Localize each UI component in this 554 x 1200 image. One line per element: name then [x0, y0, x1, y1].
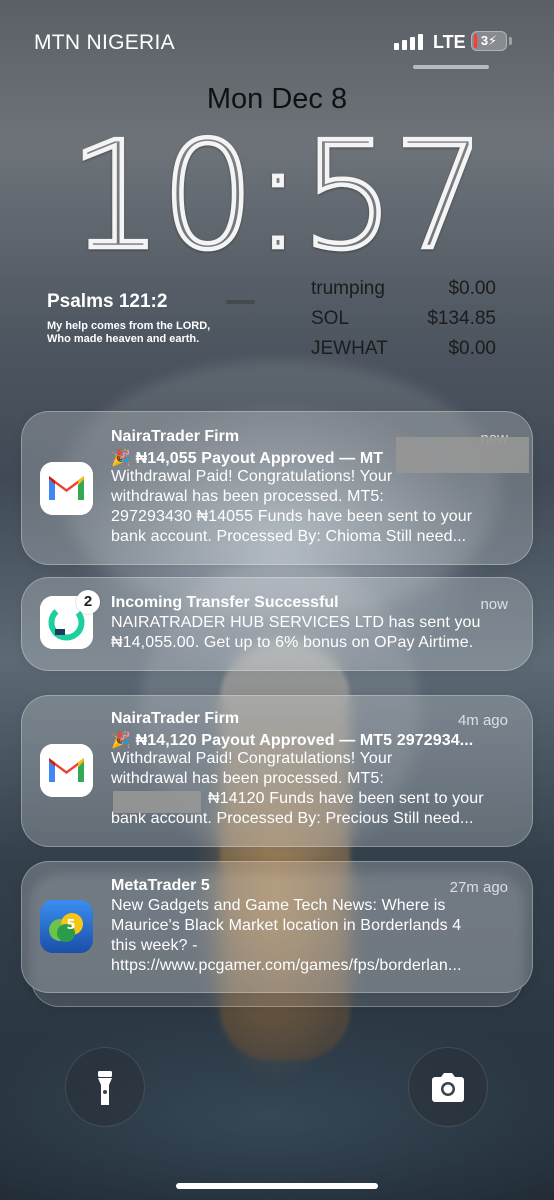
- stock-symbol: JEWHAT: [311, 338, 388, 359]
- time-digits: 10:57: [82, 125, 472, 265]
- stock-row: JEWHAT $0.00: [311, 337, 496, 367]
- verse-text: My help comes from the LORD, Who made he…: [47, 320, 247, 346]
- signal-icon: [394, 34, 424, 50]
- notification-title: NairaTrader Firm: [111, 710, 240, 727]
- lock-screen: MTN NIGERIA LTE 3⚡ Mon Dec 8 10:57 Psalm…: [0, 0, 554, 1200]
- lock-date: Mon Dec 8: [206, 83, 348, 115]
- control-center-handle[interactable]: [413, 65, 489, 69]
- redaction-box: [396, 437, 529, 473]
- notification-body-line: bank account. Processed By: Chioma Still…: [111, 528, 467, 545]
- bolt-icon: ⚡: [488, 33, 498, 48]
- notification-title: Incoming Transfer Successful: [111, 594, 339, 611]
- notification-time: now: [480, 596, 508, 613]
- stock-price: $0.00: [448, 278, 496, 299]
- flashlight-icon: [98, 1071, 112, 1105]
- stock-price: $0.00: [448, 338, 496, 359]
- notification-body-line: Withdrawal Paid! Congratulations! Your: [111, 750, 393, 767]
- notification-card[interactable]: 2 Incoming Transfer Successful now NAIRA…: [21, 577, 533, 671]
- notification-body-line: 297293430 ₦14055 Funds have been sent to…: [111, 508, 473, 525]
- notification-body-line: https://www.pcgamer.com/games/fps/border…: [111, 957, 462, 974]
- notification-body-line: New Gadgets and Game Tech News: Where is: [111, 897, 446, 914]
- svg-text:5: 5: [66, 918, 75, 933]
- redaction-box: [113, 791, 201, 813]
- notification-title: MetaTrader 5: [111, 877, 210, 894]
- verse-divider: [226, 300, 255, 304]
- notification-body-line: Maurice's Black Market location in Borde…: [111, 917, 462, 934]
- gmail-icon: [40, 744, 93, 797]
- notification-card[interactable]: 5 MetaTrader 5 27m ago New Gadgets and G…: [21, 861, 533, 993]
- notification-body-line: withdrawal has been processed. MT5:: [111, 488, 384, 505]
- notification-time: 4m ago: [457, 712, 508, 729]
- verse-line: My help comes from the LORD,: [47, 320, 211, 332]
- notification-body-line: this week? -: [111, 937, 198, 954]
- notification-count-badge: 2: [76, 590, 100, 614]
- carrier-label: MTN NIGERIA: [34, 31, 175, 54]
- battery-tip: [509, 37, 512, 45]
- notification-body-line: ₦14,055.00. Get up to 6% bonus on OPay A…: [111, 634, 474, 651]
- stock-row: trumping $0.00: [311, 277, 496, 307]
- flashlight-button[interactable]: [65, 1047, 145, 1127]
- notification-subject: 🎉 ₦14,120 Payout Approved — MT5 2972934.…: [111, 732, 474, 749]
- metatrader-icon: 5: [40, 900, 93, 953]
- verse-line: Who made heaven and earth.: [47, 333, 200, 345]
- notification-body-line: NAIRATRADER HUB SERVICES LTD has sent yo…: [111, 614, 481, 631]
- camera-icon: [432, 1073, 464, 1102]
- notification-body-line: ₦14120 Funds have been sent to your: [208, 790, 484, 807]
- notification-card[interactable]: NairaTrader Firm now 🎉 ₦14,055 Payout Ap…: [21, 411, 533, 565]
- stock-row: SOL $134.85: [311, 307, 496, 337]
- stock-symbol: trumping: [311, 278, 385, 299]
- notification-time: 27m ago: [449, 879, 508, 896]
- battery-icon: 3⚡: [471, 31, 507, 51]
- lock-time: 10:57: [82, 125, 472, 265]
- network-type: LTE: [433, 32, 466, 52]
- notification-card[interactable]: NairaTrader Firm 4m ago 🎉 ₦14,120 Payout…: [21, 695, 533, 847]
- notification-title: NairaTrader Firm: [111, 428, 240, 445]
- stock-symbol: SOL: [311, 308, 350, 329]
- camera-button[interactable]: [408, 1047, 488, 1127]
- stocks-widget[interactable]: trumping $0.00 SOL $134.85 JEWHAT $0.00: [311, 277, 496, 367]
- gmail-icon: [40, 462, 93, 515]
- verse-reference: Psalms 121:2: [47, 291, 168, 312]
- notification-body-line: withdrawal has been processed. MT5:: [111, 770, 384, 787]
- battery-percent: 3: [480, 33, 489, 48]
- home-indicator[interactable]: [176, 1183, 378, 1189]
- stock-price: $134.85: [427, 308, 496, 329]
